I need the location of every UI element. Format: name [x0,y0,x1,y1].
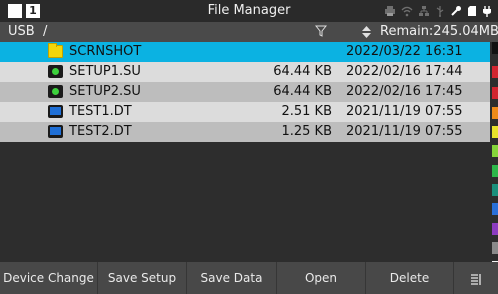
sort-icon[interactable] [362,26,371,38]
save-data-button[interactable]: Save Data [187,262,277,294]
folder-icon [48,43,63,58]
top-status-bar: 1 File Manager [0,0,498,22]
file-row-scrnshot[interactable]: SCRNSHOT 2022/03/22 16:31 [0,42,490,62]
file-row-test1[interactable]: TEST1.DT 2.51 KB 2021/11/19 07:55 [0,102,490,122]
more-menu-button[interactable] [454,262,498,294]
channel-color-6 [492,145,498,157]
save-setup-button[interactable]: Save Setup [98,262,187,294]
channel-color-3 [492,87,498,99]
open-button[interactable]: Open [277,262,366,294]
file-name: SCRNSHOT [69,44,142,59]
file-size: 2.51 KB [281,104,332,119]
file-row-test2[interactable]: TEST2.DT 1.25 KB 2021/11/19 07:55 [0,122,490,142]
data-file-icon [48,105,63,118]
channel-color-8 [492,184,498,196]
file-size: 64.44 KB [273,64,332,79]
channel-color-strip [491,42,498,273]
channel-color-10 [492,223,498,235]
usb-icon [436,6,444,17]
path-bar: USB / Remain:245.04MB [0,22,498,42]
plug-icon [483,6,491,17]
file-date: 2022/02/16 17:45 [346,84,463,99]
channel-color-11 [492,242,498,254]
file-list: SCRNSHOT 2022/03/22 16:31 SETUP1.SU 64.4… [0,42,490,142]
file-row-setup1[interactable]: SETUP1.SU 64.44 KB 2022/02/16 17:44 [0,62,490,82]
remaining-space: Remain:245.04MB [380,24,498,39]
sdcard-icon [468,6,476,16]
wifi-icon [401,6,413,17]
network-icon [419,6,429,16]
file-date: 2021/11/19 07:55 [346,124,463,139]
file-size: 64.44 KB [273,84,332,99]
channel-color-9 [492,203,498,215]
channel-color-5 [492,126,498,138]
softkey-bar: Device Change Save Setup Save Data Open … [0,262,498,294]
filter-icon[interactable] [315,25,327,37]
setup-file-icon [48,85,63,98]
file-date: 2022/02/16 17:44 [346,64,463,79]
tool-icon [451,6,461,16]
printer-icon [385,6,395,16]
current-path: USB / [8,24,48,39]
file-name: SETUP1.SU [69,64,141,79]
file-date: 2021/11/19 07:55 [346,104,463,119]
device-change-button[interactable]: Device Change [0,262,98,294]
channel-color-2 [492,66,498,78]
delete-button[interactable]: Delete [366,262,454,294]
data-file-icon [48,125,63,138]
status-icons [384,3,492,19]
channel-color-1 [492,42,498,54]
file-name: TEST2.DT [69,124,132,139]
file-date: 2022/03/22 16:31 [346,44,463,59]
channel-color-4 [492,107,498,119]
file-size: 1.25 KB [281,124,332,139]
file-name: SETUP2.SU [69,84,141,99]
setup-file-icon [48,65,63,78]
file-row-setup2[interactable]: SETUP2.SU 64.44 KB 2022/02/16 17:45 [0,82,490,102]
file-name: TEST1.DT [69,104,132,119]
menu-list-icon [471,273,481,285]
channel-color-7 [492,165,498,177]
